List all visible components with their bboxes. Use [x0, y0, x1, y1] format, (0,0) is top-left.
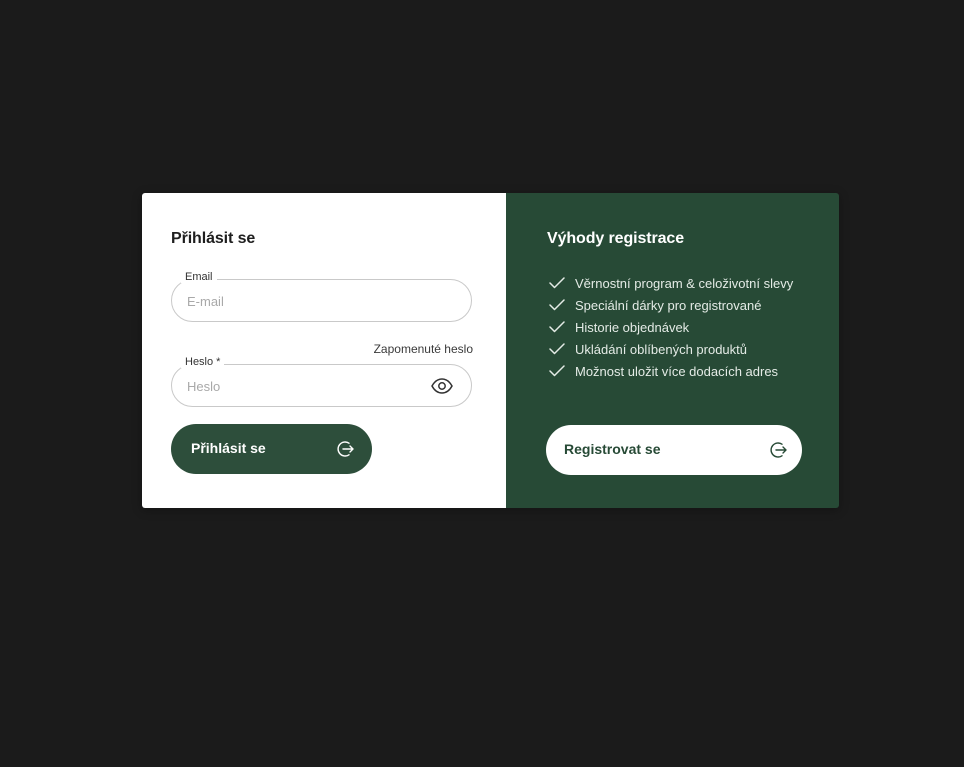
login-button-label: Přihlásit se — [191, 440, 266, 456]
eye-icon[interactable] — [431, 376, 453, 396]
email-input[interactable] — [185, 280, 419, 323]
email-field[interactable]: Email — [171, 271, 472, 323]
register-title: Výhody registrace — [547, 230, 685, 247]
arrow-right-circle-icon — [337, 440, 355, 458]
benefits-list: Věrnostní program & celoživotní slevy Sp… — [549, 272, 793, 382]
check-icon — [549, 343, 565, 355]
benefit-text: Historie objednávek — [575, 319, 690, 335]
check-icon — [549, 365, 565, 377]
register-button[interactable]: Registrovat se — [546, 425, 802, 475]
benefit-text: Speciální dárky pro registrované — [575, 297, 762, 313]
benefit-text: Možnost uložit více dodacích adres — [575, 363, 779, 379]
register-button-label: Registrovat se — [564, 441, 661, 457]
register-panel: Výhody registrace Věrnostní program & ce… — [506, 193, 839, 508]
check-icon — [549, 321, 565, 333]
forgot-password-link[interactable]: Zapomenuté heslo — [374, 342, 473, 356]
check-icon — [549, 277, 565, 289]
check-icon — [549, 299, 565, 311]
login-title: Přihlásit se — [171, 230, 256, 247]
password-input[interactable] — [185, 365, 419, 408]
benefit-item: Ukládání oblíbených produktů — [549, 338, 793, 360]
benefit-text: Věrnostní program & celoživotní slevy — [575, 275, 794, 291]
login-button[interactable]: Přihlásit se — [171, 424, 372, 474]
benefit-item: Speciální dárky pro registrované — [549, 294, 793, 316]
login-panel: Přihlásit se Email Zapomenuté heslo Hesl… — [142, 193, 506, 508]
auth-modal: Přihlásit se Email Zapomenuté heslo Hesl… — [142, 193, 839, 508]
benefit-item: Věrnostní program & celoživotní slevy — [549, 272, 793, 294]
benefit-text: Ukládání oblíbených produktů — [575, 341, 748, 357]
benefit-item: Možnost uložit více dodacích adres — [549, 360, 793, 382]
arrow-right-circle-icon — [770, 441, 788, 459]
benefit-item: Historie objednávek — [549, 316, 793, 338]
password-field[interactable]: Heslo * — [171, 356, 472, 408]
